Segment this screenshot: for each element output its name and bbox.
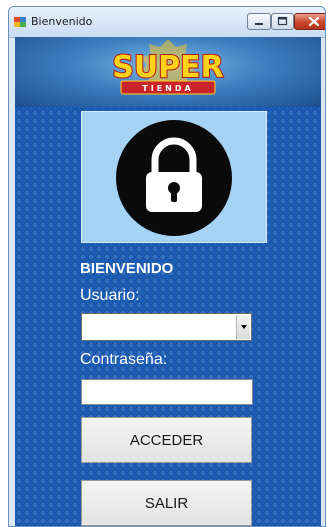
password-label: Contraseña: [80,351,168,368]
dropdown-button[interactable] [236,315,250,339]
maximize-icon [277,16,288,26]
login-button[interactable]: ACCEDER [81,417,252,463]
user-label: Usuario: [80,287,140,304]
lock-image-panel [81,111,267,243]
logo-subtext: TIENDA [142,84,193,93]
close-button[interactable] [294,13,325,30]
minimize-button[interactable] [247,13,271,30]
login-window: Bienvenido SUPER TIENDA BIENVENIDO Usuar… [8,6,326,527]
app-icon [14,17,26,27]
super-tienda-logo: SUPER TIENDA [111,39,225,95]
title-bar[interactable]: Bienvenido [9,7,325,38]
logo-text: SUPER [112,50,224,85]
padlock-icon [116,120,232,236]
exit-button[interactable]: SALIR [81,480,252,526]
password-input[interactable] [81,379,253,405]
minimize-icon [255,23,263,25]
maximize-button[interactable] [271,13,294,30]
close-icon [308,16,320,27]
chevron-down-icon [240,325,247,329]
user-combobox[interactable] [81,313,252,341]
form-client-area: SUPER TIENDA BIENVENIDO Usuario: Contras… [15,37,321,526]
store-banner: SUPER TIENDA [15,37,321,107]
window-title: Bienvenido [31,15,93,28]
welcome-label: BIENVENIDO [80,260,174,277]
